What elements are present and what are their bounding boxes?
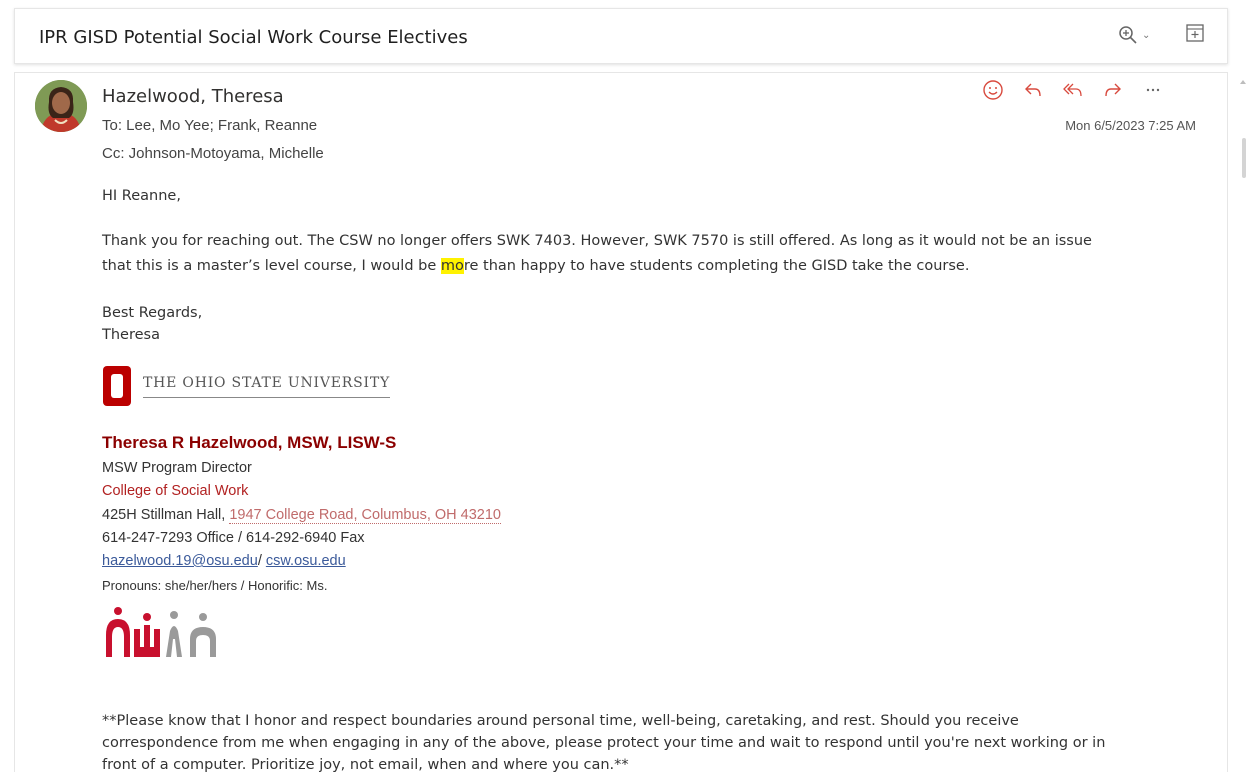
more-actions-button[interactable] bbox=[1140, 78, 1166, 102]
sender-avatar[interactable] bbox=[35, 80, 87, 132]
csw-figures-icon bbox=[106, 607, 216, 657]
osu-block-o-icon bbox=[103, 366, 131, 406]
link-separator: / bbox=[257, 553, 266, 569]
address-link[interactable]: 1947 College Road, Columbus, OH 43210 bbox=[229, 507, 501, 524]
signature-name: Theresa R Hazelwood, MSW, LISW-S bbox=[102, 433, 397, 452]
website-link[interactable]: csw.osu.edu bbox=[266, 553, 346, 569]
email-link[interactable]: hazelwood.19@osu.edu bbox=[102, 553, 258, 569]
closing-name: Theresa bbox=[102, 327, 160, 343]
more-icon bbox=[1146, 88, 1160, 92]
body-paragraph-line-1: Thank you for reaching out. The CSW no l… bbox=[102, 233, 1092, 249]
zoom-button[interactable]: ⌄ bbox=[1118, 25, 1150, 45]
email-subject: IPR GISD Potential Social Work Course El… bbox=[39, 27, 468, 48]
reply-all-button[interactable] bbox=[1060, 78, 1086, 102]
closing: Best Regards, bbox=[102, 305, 203, 321]
popout-icon bbox=[1186, 24, 1204, 42]
message-actions bbox=[980, 78, 1166, 102]
signature-links: hazelwood.19@osu.edu/ csw.osu.edu bbox=[102, 553, 346, 569]
message-header-bar: IPR GISD Potential Social Work Course El… bbox=[14, 8, 1228, 64]
cc-recipients: Cc: Johnson-Motoyama, Michelle bbox=[102, 145, 324, 162]
boundaries-note: **Please know that I honor and respect b… bbox=[102, 710, 1192, 776]
signature-title: MSW Program Director bbox=[102, 460, 252, 476]
body-text-segment: that this is a master’s level course, I … bbox=[102, 258, 441, 274]
highlighted-text: mo bbox=[440, 258, 464, 274]
avatar-photo bbox=[35, 80, 87, 132]
forward-icon bbox=[1105, 83, 1121, 97]
body-text-segment: re than happy to have students completin… bbox=[463, 258, 970, 274]
chevron-down-icon: ⌄ bbox=[1142, 29, 1151, 41]
signature-college: College of Social Work bbox=[102, 483, 249, 499]
footer-line-3: front of a computer. Prioritize joy, not… bbox=[102, 757, 629, 773]
reply-all-icon bbox=[1063, 83, 1082, 97]
footer-line-1: **Please know that I honor and respect b… bbox=[102, 713, 1019, 729]
body-paragraph-line-2: that this is a master’s level course, I … bbox=[102, 255, 969, 277]
forward-button[interactable] bbox=[1100, 78, 1126, 102]
csw-figures-logo bbox=[104, 605, 220, 666]
popout-button[interactable] bbox=[1185, 23, 1205, 48]
zoom-icon bbox=[1119, 26, 1137, 44]
sent-date: Mon 6/5/2023 7:25 AM bbox=[1065, 118, 1196, 133]
osu-logo: THE OHIO STATE UNIVERSITY bbox=[103, 366, 391, 406]
reply-icon bbox=[1025, 83, 1041, 97]
footer-line-2: correspondence from me when engaging in … bbox=[102, 735, 1106, 751]
emoji-icon bbox=[983, 80, 1003, 100]
signature-phone: 614-247-7293 Office / 614-292-6940 Fax bbox=[102, 530, 365, 546]
message-card bbox=[14, 72, 1228, 772]
signature-address: 425H Stillman Hall, 1947 College Road, C… bbox=[102, 507, 501, 524]
to-recipients: To: Lee, Mo Yee; Frank, Reanne bbox=[102, 117, 318, 134]
signature-pronouns: Pronouns: she/her/hers / Honorific: Ms. bbox=[102, 578, 328, 593]
sender-name[interactable]: Hazelwood, Theresa bbox=[102, 86, 284, 107]
scrollbar[interactable] bbox=[1240, 72, 1248, 772]
reply-button[interactable] bbox=[1020, 78, 1046, 102]
address-prefix: 425H Stillman Hall, bbox=[102, 507, 230, 523]
scroll-thumb[interactable] bbox=[1242, 138, 1246, 178]
university-name: THE OHIO STATE UNIVERSITY bbox=[143, 375, 391, 398]
emoji-button[interactable] bbox=[980, 78, 1006, 102]
greeting: HI Reanne, bbox=[102, 188, 181, 204]
scroll-up-icon[interactable] bbox=[1240, 80, 1246, 84]
